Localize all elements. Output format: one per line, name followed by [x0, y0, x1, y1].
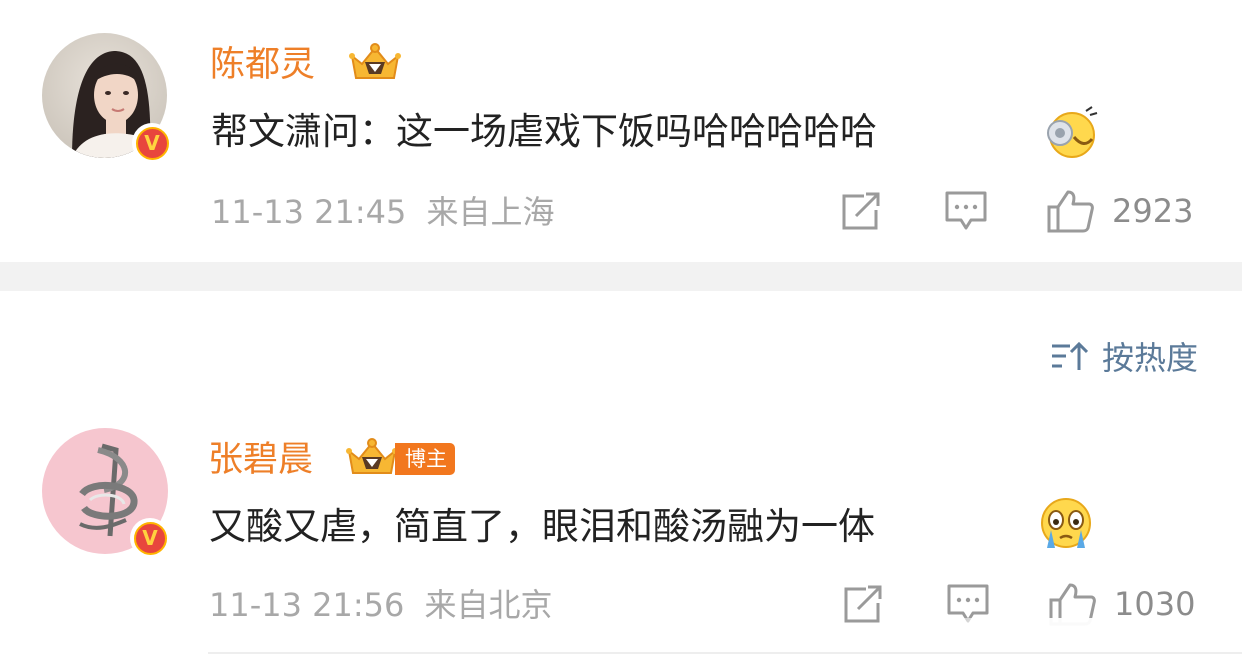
avatar[interactable]: V: [42, 428, 170, 558]
verified-badge-icon: V: [132, 123, 172, 163]
sort-toggle-button[interactable]: 按热度: [1050, 335, 1198, 377]
member-crown-icon: [349, 43, 401, 79]
comment-icon[interactable]: [944, 190, 988, 232]
avatar[interactable]: V: [42, 33, 172, 163]
comment-text: 又酸又虐，简直了，眼泪和酸汤融为一体: [209, 505, 875, 548]
sort-by-heat-icon: [1051, 341, 1088, 370]
bottom-divider: [208, 652, 1242, 654]
like-icon[interactable]: [1046, 189, 1094, 233]
repost-icon[interactable]: [840, 192, 882, 232]
comment-meta: 11-13 21:56 来自北京: [209, 585, 553, 625]
timestamp: 11-13 21:45: [211, 193, 407, 231]
sort-label: 按热度: [1101, 339, 1198, 377]
username[interactable]: 陈都灵: [210, 44, 315, 86]
location: 来自上海: [426, 193, 555, 231]
section-divider: [0, 262, 1242, 291]
repost-icon[interactable]: [842, 585, 884, 625]
comment-text: 帮文潇问：这一场虐戏下饭吗哈哈哈哈哈: [211, 110, 877, 153]
comment-meta: 11-13 21:45 来自上海: [211, 192, 555, 232]
laughing-crying-emoji: [1047, 106, 1098, 158]
like-count: 2923: [1112, 192, 1194, 230]
blogger-badge: 博主: [395, 443, 455, 475]
comment-list-page: V 陈都灵 帮文潇问：这一场虐戏下饭吗哈哈哈哈哈 11-13 21:45 来自上…: [0, 0, 1242, 659]
username[interactable]: 张碧晨: [208, 439, 313, 481]
teary-eyed-emoji: [1041, 498, 1091, 548]
verified-badge-icon: V: [130, 518, 170, 558]
member-crown-icon: [346, 438, 398, 474]
timestamp: 11-13 21:56: [209, 586, 405, 624]
location: 来自北京: [424, 586, 553, 624]
